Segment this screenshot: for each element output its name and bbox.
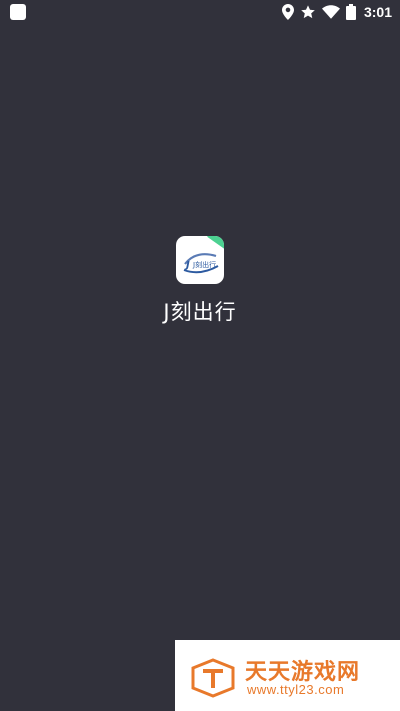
watermark-url: www.ttyl23.com bbox=[247, 682, 345, 697]
svg-text:J刻出行: J刻出行 bbox=[192, 260, 216, 269]
clock: 3:01 bbox=[363, 4, 392, 20]
app-splash: J J刻出行 J刻出行 bbox=[0, 236, 400, 326]
watermark: 天天游戏网 www.ttyl23.com bbox=[175, 640, 400, 711]
notification-square-icon bbox=[10, 4, 26, 20]
battery-icon bbox=[345, 4, 356, 20]
star-icon bbox=[301, 5, 315, 19]
app-logo-icon: J J刻出行 bbox=[176, 236, 224, 284]
app-name: J刻出行 bbox=[163, 300, 237, 324]
watermark-logo-icon bbox=[191, 658, 235, 698]
location-icon bbox=[281, 4, 294, 20]
splash-screen: 3:01 J J刻出行 J刻出行 天天游戏网 www.ttyl23.com bbox=[0, 0, 400, 711]
status-icons: 3:01 bbox=[281, 2, 392, 22]
status-bar: 3:01 bbox=[0, 0, 400, 24]
wifi-icon bbox=[321, 5, 340, 19]
